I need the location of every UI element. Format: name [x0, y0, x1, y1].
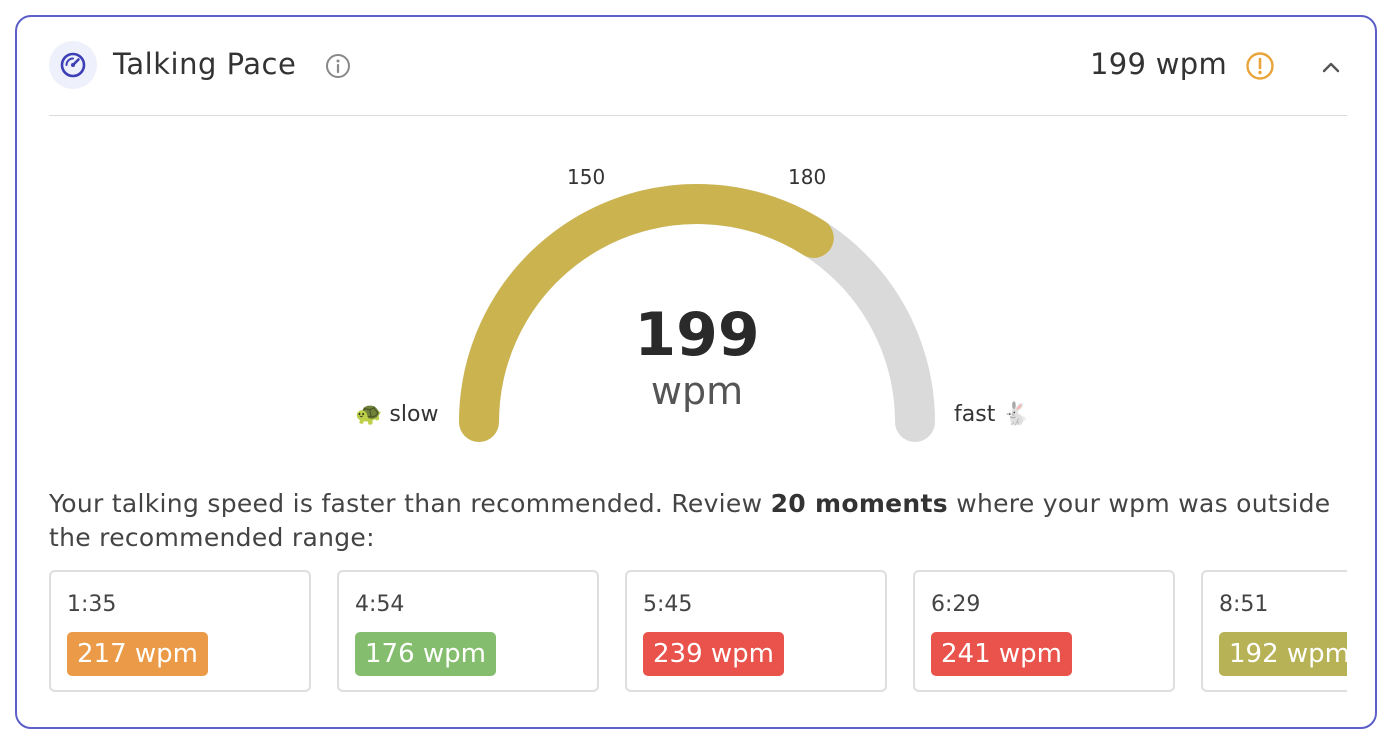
summary-moments-count[interactable]: 20 moments	[771, 489, 948, 518]
talking-pace-card: Talking Pace 199 wpm 150 180 🐢 slow fast	[15, 15, 1377, 729]
moment-wpm-badge: 241 wpm	[931, 632, 1072, 676]
moment-wpm-badge: 217 wpm	[67, 632, 208, 676]
moment-card[interactable]: 1:35 217 wpm	[49, 570, 311, 692]
tick-label-low: 150	[567, 165, 606, 189]
moments-list: 1:35 217 wpm 4:54 176 wpm 5:45 239 wpm 6…	[49, 570, 1347, 696]
moment-wpm-badge: 239 wpm	[643, 632, 784, 676]
moment-card[interactable]: 8:51 192 wpm	[1201, 570, 1347, 692]
fast-text: fast	[954, 402, 996, 427]
moment-card[interactable]: 5:45 239 wpm	[625, 570, 887, 692]
moment-wpm-badge: 192 wpm	[1219, 632, 1347, 676]
moment-wpm-badge: 176 wpm	[355, 632, 496, 676]
tick-label-high: 180	[788, 165, 827, 189]
moment-card[interactable]: 4:54 176 wpm	[337, 570, 599, 692]
moment-time: 6:29	[931, 592, 981, 617]
moment-time: 1:35	[67, 592, 117, 617]
gauge-value: 199	[634, 300, 760, 370]
slow-text: slow	[389, 402, 439, 427]
gauge-unit: wpm	[650, 369, 744, 413]
moment-card[interactable]: 6:29 241 wpm	[913, 570, 1175, 692]
moment-time: 8:51	[1219, 592, 1269, 617]
fast-label: fast 🐇	[954, 402, 1030, 427]
turtle-icon: 🐢	[355, 402, 383, 427]
moment-time: 5:45	[643, 592, 693, 617]
rabbit-icon: 🐇	[1002, 402, 1030, 427]
slow-label: 🐢 slow	[355, 402, 438, 427]
summary-prefix: Your talking speed is faster than recomm…	[49, 489, 771, 518]
moment-time: 4:54	[355, 592, 405, 617]
pace-gauge: 150 180 🐢 slow fast 🐇 199 wpm	[17, 17, 1375, 477]
summary-text: Your talking speed is faster than recomm…	[49, 487, 1347, 555]
